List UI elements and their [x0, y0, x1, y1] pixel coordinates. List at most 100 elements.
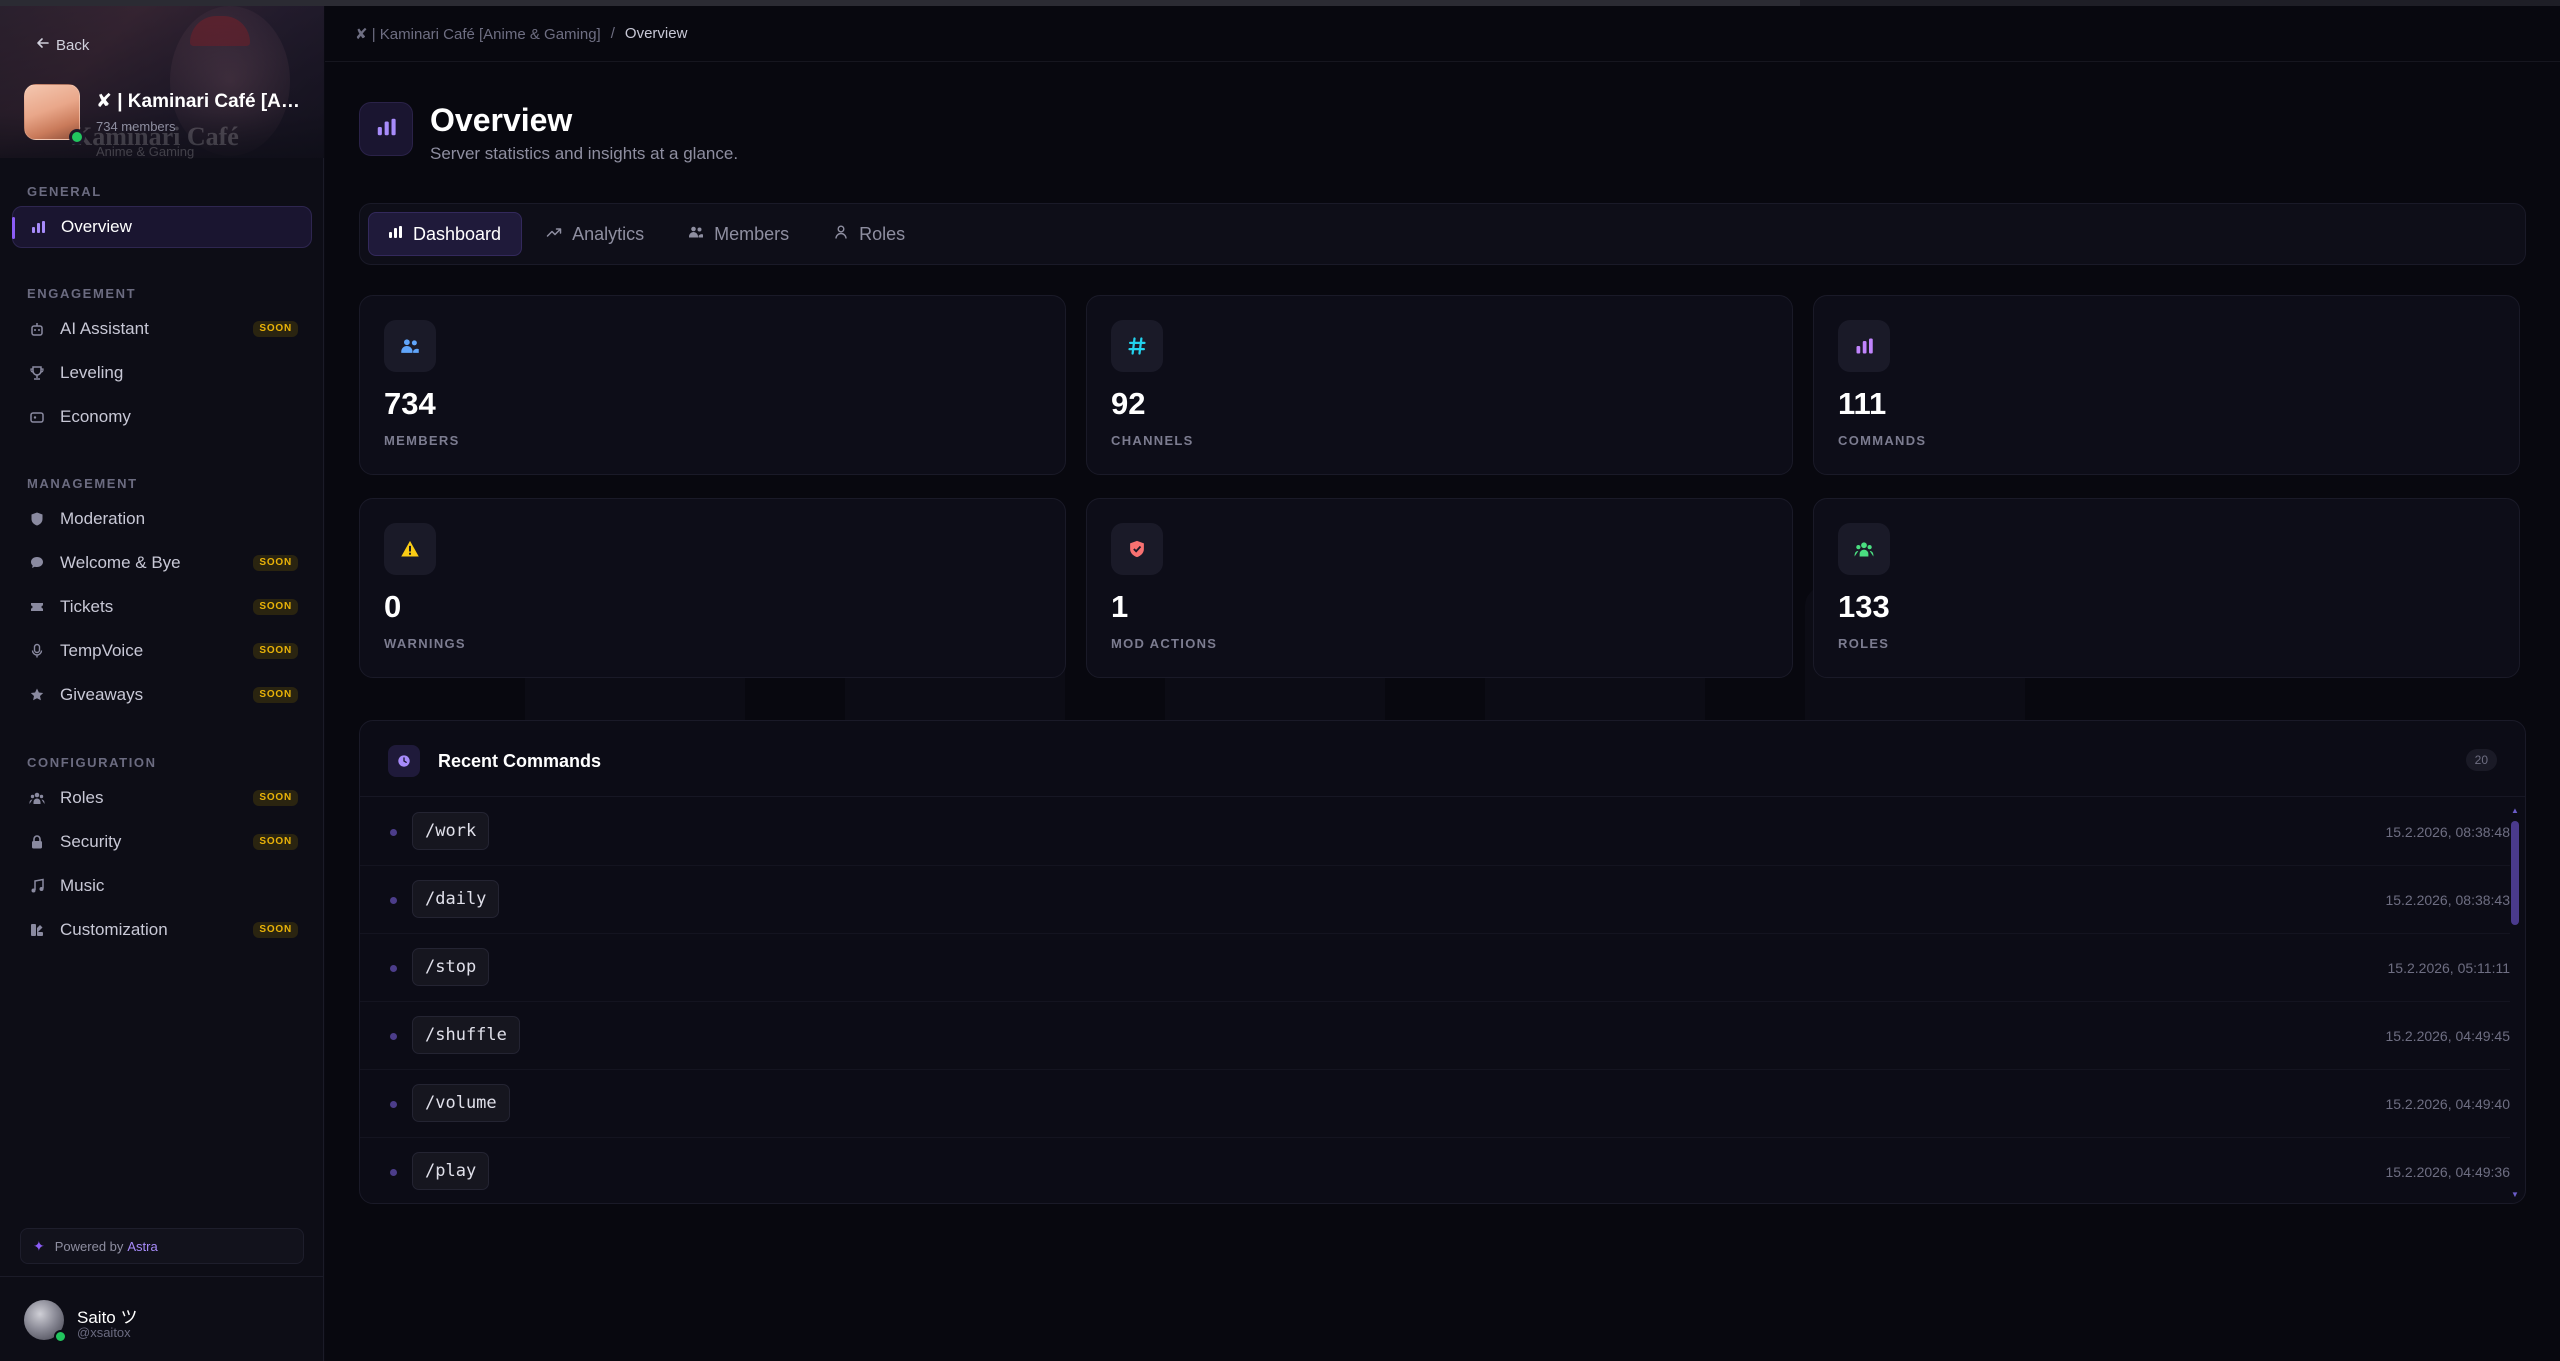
stat-value: 92 — [1111, 386, 1146, 421]
sidebar-item-label: Overview — [61, 217, 132, 236]
soon-badge: SOON — [253, 599, 298, 615]
stat-card-roles: 133 ROLES — [1813, 498, 2520, 678]
command-row: /shuffle 15.2.2026, 04:49:45 — [360, 1002, 2510, 1070]
sidebar-item-security[interactable]: Security SOON — [12, 821, 312, 863]
soon-badge: SOON — [253, 555, 298, 571]
command-timestamp: 15.2.2026, 05:11:11 — [2387, 960, 2510, 976]
sidebar-item-label: TempVoice — [60, 641, 144, 660]
back-label: Back — [56, 36, 90, 54]
sidebar-item-tempvoice[interactable]: TempVoice SOON — [12, 630, 312, 672]
tab-analytics[interactable]: Analytics — [528, 212, 664, 256]
sidebar-item-moderation[interactable]: Moderation — [12, 498, 312, 540]
back-button[interactable]: Back — [36, 36, 89, 54]
stat-card-warnings: 0 WARNINGS — [359, 498, 1066, 678]
sidebar-item-roles[interactable]: Roles SOON — [12, 777, 312, 819]
sidebar-item-label: Music — [60, 876, 105, 895]
recent-commands-title: Recent Commands — [438, 751, 602, 771]
page-icon — [359, 102, 413, 156]
breadcrumb-server[interactable]: ✘ | Kaminari Café [Anime & Gaming] — [355, 25, 601, 43]
sidebar-item-economy[interactable]: Economy — [12, 396, 312, 438]
stat-card-commands: 111 COMMANDS — [1813, 295, 2520, 475]
music-note-icon — [28, 877, 46, 895]
warning-icon — [384, 523, 436, 575]
breadcrumb: ✘ | Kaminari Café [Anime & Gaming] / Ove… — [325, 6, 2560, 62]
sidebar-item-giveaways[interactable]: Giveaways SOON — [12, 674, 312, 716]
stat-label: CHANNELS — [1111, 433, 1194, 448]
bar-chart-icon — [29, 218, 47, 236]
breadcrumb-current: Overview — [624, 25, 688, 42]
users-icon — [384, 320, 436, 372]
sidebar-item-leveling[interactable]: Leveling — [12, 352, 312, 394]
shield-icon — [1111, 523, 1163, 575]
command-row: /daily 15.2.2026, 08:38:43 — [360, 866, 2510, 934]
section-label-general: GENERAL — [27, 184, 102, 199]
stat-label: MEMBERS — [384, 433, 460, 448]
command-timestamp: 15.2.2026, 08:38:48 — [2385, 824, 2510, 840]
star-icon — [28, 686, 46, 704]
sidebar-item-label: Moderation — [60, 509, 146, 528]
command-row: /play 15.2.2026, 04:49:36 — [360, 1138, 2510, 1203]
scrollbar[interactable]: ▲ ▼ — [2511, 807, 2519, 1199]
sidebar-item-welcome-bye[interactable]: Welcome & Bye SOON — [12, 542, 312, 584]
scrollbar-thumb[interactable] — [2511, 821, 2519, 925]
scroll-up-arrow-icon[interactable]: ▲ — [2511, 807, 2519, 815]
soon-badge: SOON — [253, 790, 298, 806]
bullet-dot — [390, 897, 397, 904]
stat-label: WARNINGS — [384, 636, 466, 651]
stat-label: ROLES — [1838, 636, 1890, 651]
microphone-icon — [28, 642, 46, 660]
banner-ghost-subtitle: Anime & Gaming — [96, 144, 195, 159]
stat-value: 133 — [1838, 589, 1890, 624]
robot-icon — [28, 320, 46, 338]
shield-icon — [28, 510, 46, 528]
page-subtitle: Server statistics and insights at a glan… — [430, 144, 739, 163]
clock-icon — [388, 745, 420, 777]
chat-bubble-icon — [28, 554, 46, 572]
sidebar-item-tickets[interactable]: Tickets SOON — [12, 586, 312, 628]
sidebar-divider — [0, 1276, 324, 1277]
user-avatar[interactable] — [24, 1300, 67, 1343]
scroll-down-arrow-icon[interactable]: ▼ — [2511, 1191, 2519, 1199]
sidebar-item-customization[interactable]: Customization SOON — [12, 909, 312, 951]
stat-card-channels: 92 CHANNELS — [1086, 295, 1793, 475]
arrow-left-icon — [36, 36, 50, 54]
command-name: /shuffle — [412, 1016, 520, 1054]
recent-commands-count: 20 — [2465, 749, 2497, 771]
trend-up-icon — [546, 224, 562, 245]
recent-commands-panel: Recent Commands 20 /work 15.2.2026, 08:3… — [359, 720, 2526, 1204]
soon-badge: SOON — [253, 922, 298, 938]
tab-roles[interactable]: Roles — [815, 212, 925, 256]
command-row: /stop 15.2.2026, 05:11:11 — [360, 934, 2510, 1002]
soon-badge: SOON — [253, 687, 298, 703]
tab-members[interactable]: Members — [670, 212, 809, 256]
stat-label: MOD ACTIONS — [1111, 636, 1218, 651]
server-avatar[interactable] — [24, 84, 85, 145]
sidebar-item-label: Leveling — [60, 363, 124, 382]
command-name: /play — [412, 1152, 490, 1190]
ticket-icon — [28, 598, 46, 616]
tab-dashboard[interactable]: Dashboard — [368, 212, 523, 256]
sidebar-item-label: Giveaways — [60, 685, 144, 704]
stat-value: 111 — [1838, 386, 1887, 421]
command-timestamp: 15.2.2026, 04:49:36 — [2385, 1164, 2510, 1180]
sidebar-item-ai-assistant[interactable]: AI Assistant SOON — [12, 308, 312, 350]
stat-value: 1 — [1111, 589, 1129, 624]
sidebar-item-overview[interactable]: Overview — [12, 206, 312, 248]
breadcrumb-separator: / — [610, 25, 615, 42]
powered-prefix: Powered by — [54, 1238, 124, 1254]
soon-badge: SOON — [253, 834, 298, 850]
user-icon — [833, 224, 849, 245]
powered-by-link[interactable]: ✦ Powered by Astra — [20, 1228, 304, 1264]
sparkle-icon: ✦ — [33, 1237, 45, 1254]
sidebar-item-music[interactable]: Music — [12, 865, 312, 907]
online-status-dot — [69, 129, 85, 145]
sidebar-item-label: Roles — [60, 788, 104, 807]
command-name: /work — [412, 812, 490, 850]
bar-chart-icon — [1838, 320, 1890, 372]
command-row: /volume 15.2.2026, 04:49:40 — [360, 1070, 2510, 1138]
tab-label: Dashboard — [413, 223, 502, 244]
command-name: /volume — [412, 1084, 510, 1122]
sidebar-item-label: Customization — [60, 920, 168, 939]
bullet-dot — [390, 1033, 397, 1040]
soon-badge: SOON — [253, 321, 298, 337]
